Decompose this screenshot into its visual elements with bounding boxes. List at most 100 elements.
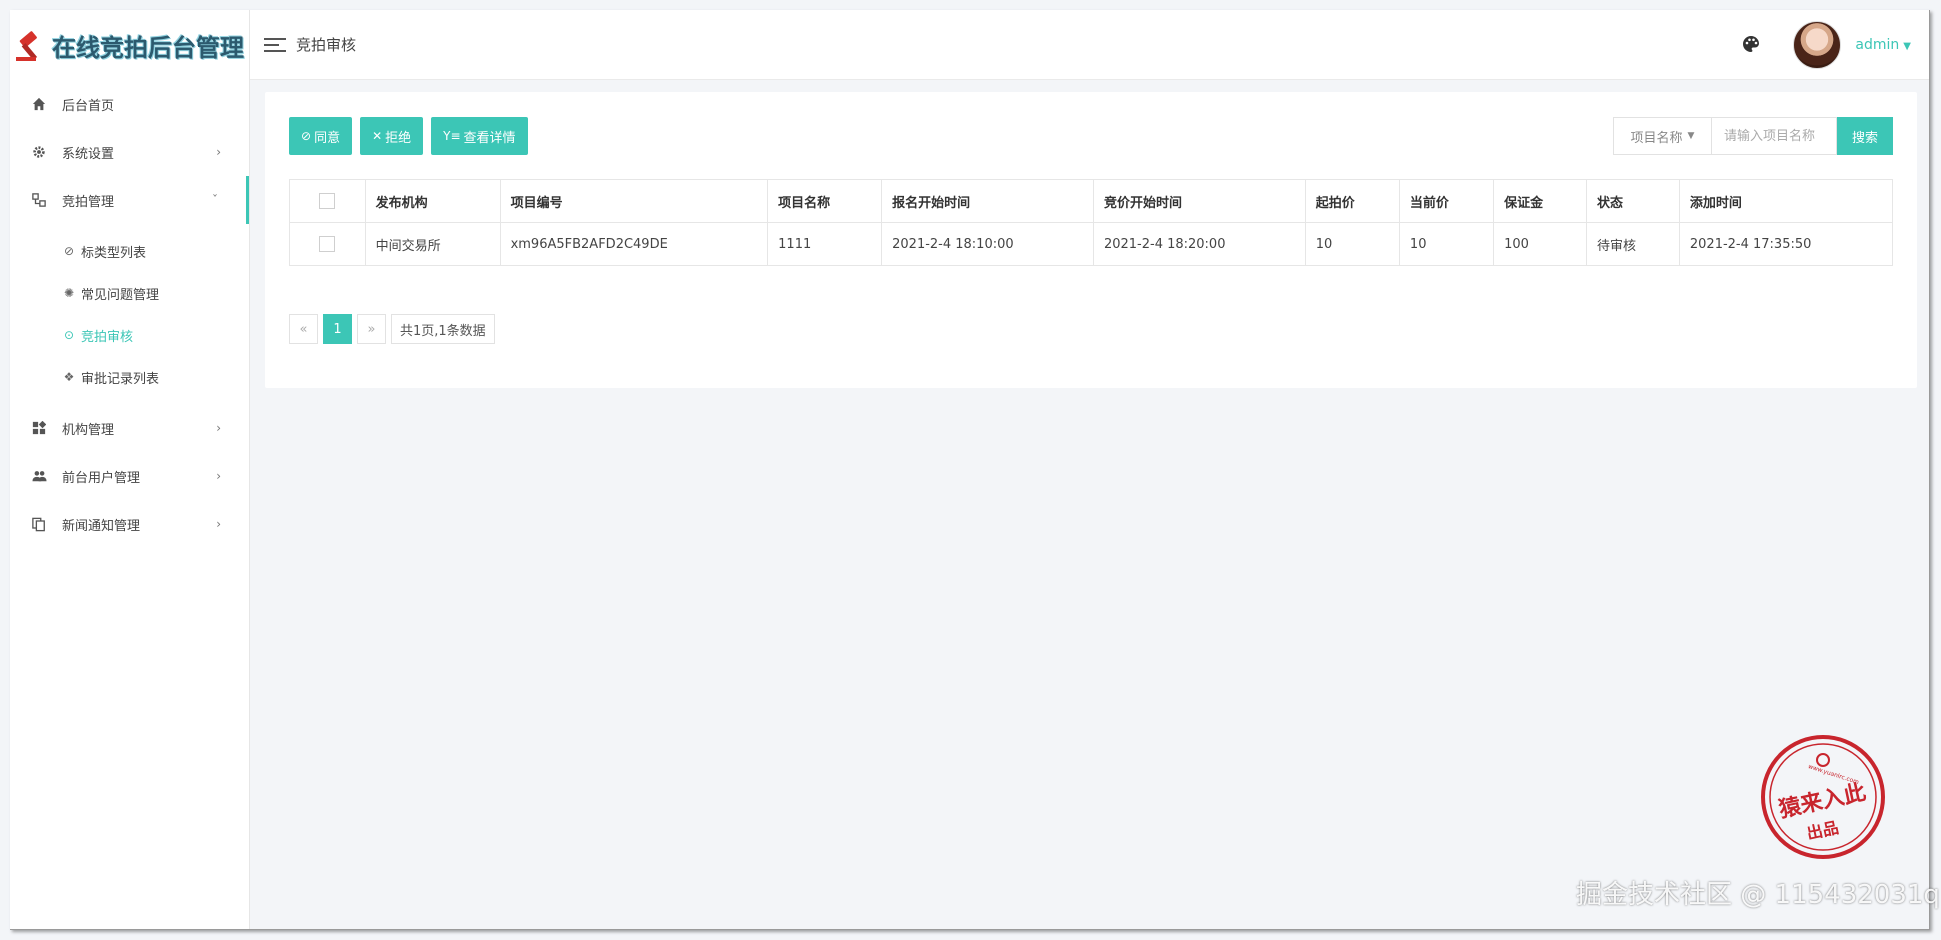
check-circle-icon: ⊙ xyxy=(63,328,75,342)
close-icon: ✕ xyxy=(372,129,383,143)
sidebar-item-settings[interactable]: 系统设置 › xyxy=(10,128,249,176)
menu-toggle-icon[interactable] xyxy=(264,34,286,56)
column-header[interactable]: 发布机构 xyxy=(364,179,501,223)
gavel-icon xyxy=(14,27,50,63)
sidebar-item-label: 新闻通知管理 xyxy=(62,518,141,534)
column-header[interactable]: 报名开始时间 xyxy=(881,179,1094,223)
chevron-right-icon: › xyxy=(216,469,221,483)
palette-icon[interactable] xyxy=(1741,34,1763,56)
footer-watermark: 掘金技术社区 @ 115432031q xyxy=(1576,880,1940,910)
search-field-value: 项目名称 xyxy=(1630,130,1683,146)
stamp-text: 猿来入此 xyxy=(1776,779,1868,823)
cell-org: 中间交易所 xyxy=(364,222,501,266)
prev-page-button[interactable]: « xyxy=(289,314,318,344)
column-header[interactable]: 竞价开始时间 xyxy=(1092,179,1306,223)
status-badge: 待审核 xyxy=(1585,222,1680,266)
cell-bid-start: 2021-2-4 18:20:00 xyxy=(1092,222,1306,266)
select-all-checkbox[interactable] xyxy=(319,193,336,209)
sidebar-item-news[interactable]: 新闻通知管理 › xyxy=(10,500,249,548)
cell-current-price: 10 xyxy=(1398,222,1495,266)
user-menu[interactable]: admin ▼ xyxy=(1855,37,1911,53)
sidebar-item-home[interactable]: 后台首页 xyxy=(10,80,249,128)
column-header[interactable]: 添加时间 xyxy=(1678,179,1894,223)
sidebar-item-approval-records[interactable]: ❖ 审批记录列表 xyxy=(10,356,249,398)
users-icon xyxy=(30,467,48,485)
column-header[interactable]: 保证金 xyxy=(1493,179,1587,223)
diamond-icon: ❖ xyxy=(63,370,75,384)
search-input[interactable] xyxy=(1711,117,1837,155)
brand[interactable]: 在线竞拍后台管理 xyxy=(10,10,249,80)
approve-button[interactable]: ⊘ 同意 xyxy=(289,117,353,155)
bulb-icon: ✺ xyxy=(63,286,75,300)
caret-down-icon: ▼ xyxy=(1903,41,1911,52)
circle-icon: ⊘ xyxy=(63,244,75,258)
table-header-row: 发布机构 项目编号 项目名称 报名开始时间 竞价开始时间 起拍价 当前价 保证金… xyxy=(289,179,1894,223)
next-page-button[interactable]: » xyxy=(357,314,386,344)
reject-button[interactable]: ✕ 拒绝 xyxy=(360,117,424,155)
search-group: 项目名称 ▼ 搜索 xyxy=(1613,117,1893,155)
header-user-area: admin ▼ xyxy=(1741,10,1911,80)
cell-signup-start: 2021-2-4 18:10:00 xyxy=(881,222,1094,266)
search-button[interactable]: 搜索 xyxy=(1837,117,1893,155)
sitemap-icon xyxy=(30,191,48,209)
brand-title: 在线竞拍后台管理 xyxy=(52,33,244,62)
sidebar-subitem-label: 常见问题管理 xyxy=(81,287,160,303)
caret-down-icon: ▼ xyxy=(1687,131,1695,141)
top-header: 竞拍审核 admin ▼ xyxy=(250,10,1929,80)
sidebar-subitem-label: 审批记录列表 xyxy=(81,371,160,387)
sidebar-item-front-users[interactable]: 前台用户管理 › xyxy=(10,452,249,500)
chevron-down-icon: ˇ xyxy=(212,193,218,207)
chevron-right-icon: › xyxy=(216,421,221,435)
sidebar-item-auction-review[interactable]: ⊙ 竞拍审核 xyxy=(10,314,249,356)
column-header[interactable]: 当前价 xyxy=(1398,179,1495,223)
reject-label: 拒绝 xyxy=(385,130,412,146)
column-header[interactable]: 状态 xyxy=(1585,179,1680,223)
user-name: admin xyxy=(1855,37,1900,53)
sidebar-item-label: 机构管理 xyxy=(62,422,115,438)
page-button-current[interactable]: 1 xyxy=(323,314,352,344)
cell-start-price: 10 xyxy=(1304,222,1400,266)
chevron-right-icon: › xyxy=(216,517,221,531)
column-header[interactable]: 起拍价 xyxy=(1304,179,1400,223)
sidebar-item-label: 后台首页 xyxy=(62,98,115,114)
sidebar-item-label: 竞拍管理 xyxy=(62,194,115,210)
stamp-subtext: 出品 xyxy=(1805,818,1840,843)
watermark-stamp: www.yuanlrc.com 猿来入此 出品 xyxy=(1761,735,1885,859)
approve-label: 同意 xyxy=(314,130,341,146)
sidebar-item-auction[interactable]: 竞拍管理 ˇ xyxy=(10,176,249,224)
sidebar-item-label: 系统设置 xyxy=(62,146,115,162)
detail-label: 查看详情 xyxy=(463,130,516,146)
list-icon: Y≡ xyxy=(443,129,461,143)
home-icon xyxy=(30,95,48,113)
sidebar: 在线竞拍后台管理 后台首页 系统设置 › 竞拍管理 ˇ ⊘ 标类型列表 ✺ 常见… xyxy=(10,10,250,929)
sidebar-item-faq[interactable]: ✺ 常见问题管理 xyxy=(10,272,249,314)
sidebar-item-bid-type-list[interactable]: ⊘ 标类型列表 xyxy=(10,230,249,272)
copy-icon xyxy=(30,515,48,533)
pagination-info: 共1页,1条数据 xyxy=(391,314,495,344)
view-detail-button[interactable]: Y≡ 查看详情 xyxy=(431,117,528,155)
chevron-right-icon: › xyxy=(216,145,221,159)
column-header[interactable]: 项目名称 xyxy=(767,179,883,223)
avatar[interactable] xyxy=(1793,21,1842,69)
review-table: 发布机构 项目编号 项目名称 报名开始时间 竞价开始时间 起拍价 当前价 保证金… xyxy=(289,179,1894,266)
page-title: 竞拍审核 xyxy=(296,36,357,54)
toolbar: ⊘ 同意 ✕ 拒绝 Y≡ 查看详情 xyxy=(289,117,528,155)
cell-added-time: 2021-2-4 17:35:50 xyxy=(1678,222,1894,266)
table-row[interactable]: 中间交易所 xm96A5FB2AFD2C49DE 1111 2021-2-4 1… xyxy=(289,222,1894,266)
sidebar-item-label: 前台用户管理 xyxy=(62,470,141,486)
sidebar-subitem-label: 标类型列表 xyxy=(81,245,147,261)
grid-icon xyxy=(30,419,48,437)
content-panel: ⊘同意 ✕拒绝 Y≡查看详情 项目名称 ▼ 搜索 发布机构 xyxy=(265,92,1917,388)
cell-project-code: xm96A5FB2AFD2C49DE xyxy=(499,222,769,266)
column-header[interactable]: 项目编号 xyxy=(499,179,769,223)
search-field-select[interactable]: 项目名称 ▼ xyxy=(1613,117,1711,155)
cell-project-name: 1111 xyxy=(767,222,883,266)
sidebar-menu: 后台首页 系统设置 › 竞拍管理 ˇ ⊘ 标类型列表 ✺ 常见问题管理 ⊙ 竞拍… xyxy=(10,80,249,548)
gear-icon xyxy=(30,143,48,161)
row-checkbox[interactable] xyxy=(319,236,336,252)
sidebar-item-institutions[interactable]: 机构管理 › xyxy=(10,404,249,452)
auction-submenu: ⊘ 标类型列表 ✺ 常见问题管理 ⊙ 竞拍审核 ❖ 审批记录列表 xyxy=(10,224,249,404)
app-window: 在线竞拍后台管理 后台首页 系统设置 › 竞拍管理 ˇ ⊘ 标类型列表 ✺ 常见… xyxy=(10,10,1930,930)
sidebar-subitem-label: 竞拍审核 xyxy=(81,329,134,345)
check-circle-icon: ⊘ xyxy=(301,129,312,143)
